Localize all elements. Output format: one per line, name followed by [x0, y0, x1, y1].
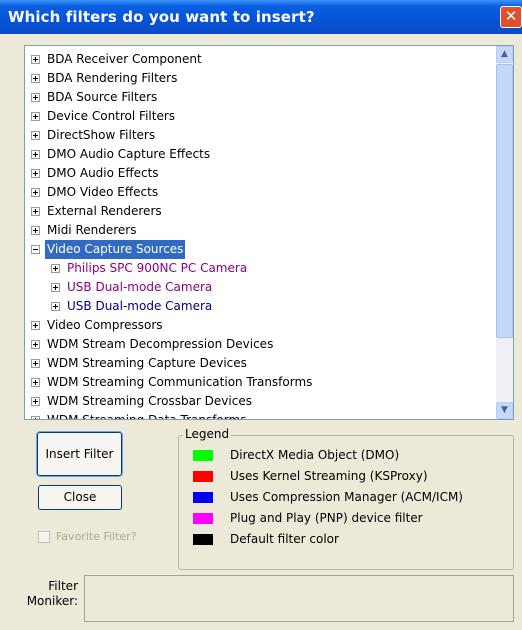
tree-item[interactable]: USB Dual-mode Camera [51, 278, 480, 297]
scroll-thumb[interactable] [496, 64, 513, 338]
tree-item[interactable]: External Renderers [31, 202, 480, 221]
tree-item[interactable]: Device Control Filters [31, 107, 480, 126]
expand-icon[interactable] [31, 131, 40, 140]
legend-label: Default filter color [230, 532, 339, 546]
expand-icon[interactable] [31, 397, 40, 406]
filter-moniker-field [84, 575, 514, 622]
expand-icon[interactable] [31, 359, 40, 368]
expand-icon[interactable] [31, 150, 40, 159]
tree-item-label: WDM Stream Decompression Devices [47, 337, 274, 351]
tree-item-label: Video Capture Sources [45, 240, 186, 259]
expand-icon[interactable] [31, 74, 40, 83]
tree-item-label: Midi Renderers [47, 223, 137, 237]
tree-item-label: WDM Streaming Data Transforms [47, 413, 247, 420]
expand-icon[interactable] [31, 340, 40, 349]
legend-swatch [193, 492, 213, 503]
close-icon: ✕ [504, 7, 518, 25]
scroll-up-button[interactable]: ▲ [496, 46, 513, 63]
tree-item[interactable]: USB Dual-mode Camera [51, 297, 480, 316]
tree-item[interactable]: WDM Streaming Capture Devices [31, 354, 480, 373]
tree-item-label: USB Dual-mode Camera [67, 299, 213, 313]
moniker-label-line2: Moniker: [26, 594, 78, 608]
tree-item[interactable]: WDM Stream Decompression Devices [31, 335, 480, 354]
legend-swatch [193, 534, 213, 545]
tree-item-label: External Renderers [47, 204, 162, 218]
tree-item-label: BDA Receiver Component [47, 52, 202, 66]
tree-item[interactable]: DMO Audio Effects [31, 164, 480, 183]
tree-item-label: DMO Video Effects [47, 185, 159, 199]
tree-item-label: BDA Source Filters [47, 90, 158, 104]
tree-item[interactable]: WDM Streaming Data Transforms [31, 411, 480, 420]
expand-icon[interactable] [31, 207, 40, 216]
filter-tree[interactable]: WDM Streaming Data Transforms WDM Streami… [24, 45, 514, 420]
insert-filter-button[interactable]: Insert Filter [36, 431, 123, 477]
legend-label: Plug and Play (PNP) device filter [230, 511, 423, 525]
vertical-scrollbar[interactable]: ▲ ▼ [496, 46, 513, 419]
tree-item-label: USB Dual-mode Camera [67, 280, 213, 294]
expand-icon[interactable] [31, 321, 40, 330]
tree-item-label: DirectShow Filters [47, 128, 156, 142]
legend-swatch [193, 513, 213, 524]
window-title: Which filters do you want to insert? [8, 8, 315, 26]
tree-item-label: DMO Audio Effects [47, 166, 159, 180]
expand-icon[interactable] [51, 283, 60, 292]
tree-item-label: Device Control Filters [47, 109, 176, 123]
expand-icon[interactable] [31, 378, 40, 387]
tree-item-label: Video Compressors [47, 318, 163, 332]
filter-moniker-label: Filter Moniker: [18, 579, 78, 609]
tree-item-label: BDA Rendering Filters [47, 71, 178, 85]
tree-item[interactable]: DMO Video Effects [31, 183, 480, 202]
chevron-up-icon: ▲ [501, 49, 508, 59]
tree-item[interactable]: Midi Renderers [31, 221, 480, 240]
collapse-icon[interactable] [31, 245, 40, 254]
legend-swatch [193, 450, 213, 461]
legend-swatch [193, 471, 213, 482]
legend-group: Legend DirectX Media Object (DMO) Uses Ke… [178, 427, 514, 570]
expand-icon[interactable] [31, 93, 40, 102]
expand-icon[interactable] [51, 302, 60, 311]
legend-label: Uses Compression Manager (ACM/ICM) [230, 490, 463, 504]
tree-item[interactable]: WDM Streaming Communication Transforms [31, 373, 480, 392]
close-window-button[interactable]: ✕ [500, 6, 522, 28]
title-bar[interactable]: Which filters do you want to insert? ✕ [0, 0, 522, 34]
tree-item-label: Philips SPC 900NC PC Camera [67, 261, 248, 275]
expand-icon[interactable] [31, 169, 40, 178]
legend-title: Legend [183, 427, 232, 441]
tree-item-label: WDM Streaming Crossbar Devices [47, 394, 252, 408]
tree-item[interactable]: Video Capture Sources [31, 240, 480, 259]
scroll-down-button[interactable]: ▼ [496, 402, 513, 419]
close-button[interactable]: Close [38, 485, 122, 510]
tree-item[interactable]: DirectShow Filters [31, 126, 480, 145]
tree-item[interactable]: WDM Streaming Crossbar Devices [31, 392, 480, 411]
expand-icon[interactable] [31, 188, 40, 197]
moniker-label-line1: Filter [48, 579, 78, 593]
expand-icon[interactable] [31, 112, 40, 121]
tree-item[interactable]: BDA Receiver Component [31, 50, 480, 69]
favorite-filter-label: Favorite Filter? [56, 530, 137, 543]
expand-icon[interactable] [31, 226, 40, 235]
tree-item[interactable]: BDA Rendering Filters [31, 69, 480, 88]
tree-item-label: DMO Audio Capture Effects [47, 147, 211, 161]
expand-icon[interactable] [31, 55, 40, 64]
legend-label: Uses Kernel Streaming (KSProxy) [230, 469, 428, 483]
expand-icon[interactable] [31, 416, 40, 419]
tree-item-label: WDM Streaming Capture Devices [47, 356, 247, 370]
tree-item[interactable]: Philips SPC 900NC PC Camera [51, 259, 480, 278]
tree-item[interactable]: BDA Source Filters [31, 88, 480, 107]
tree-item[interactable]: DMO Audio Capture Effects [31, 145, 480, 164]
checkbox-box[interactable] [38, 531, 50, 543]
tree-item-label: WDM Streaming Communication Transforms [47, 375, 313, 389]
tree-item[interactable]: Video Compressors [31, 316, 480, 335]
expand-icon[interactable] [51, 264, 60, 273]
insert-filter-dialog: Which filters do you want to insert? ✕ W… [0, 0, 522, 630]
chevron-down-icon: ▼ [501, 405, 508, 415]
legend-label: DirectX Media Object (DMO) [230, 448, 400, 462]
